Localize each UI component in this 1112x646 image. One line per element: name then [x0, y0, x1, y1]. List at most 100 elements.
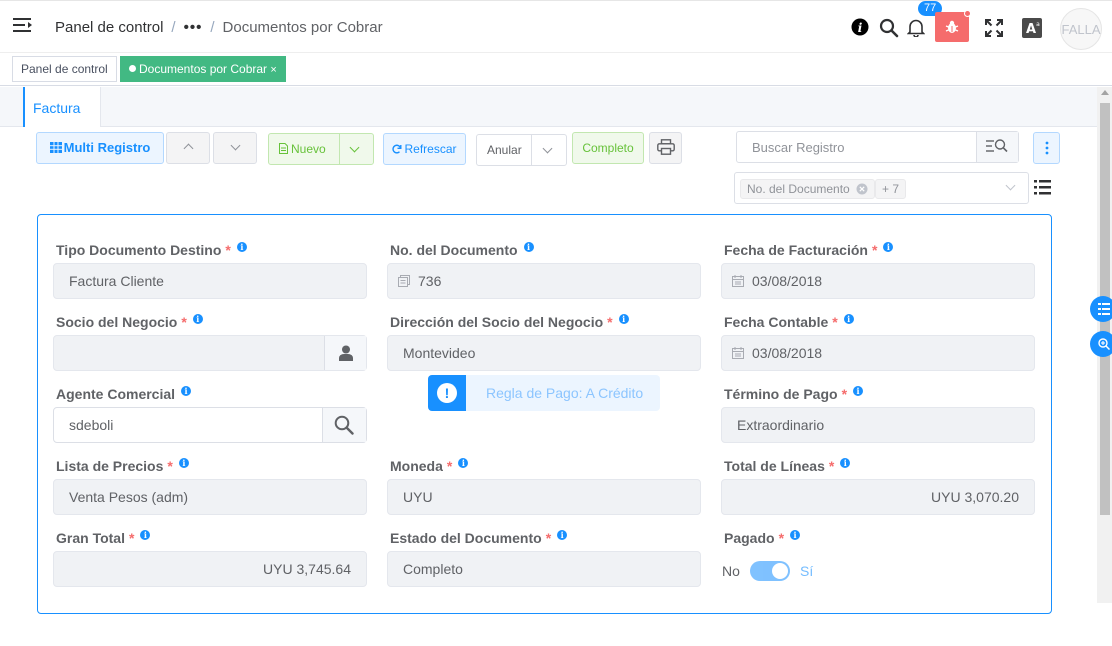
- label-fecha-facturacion: Fecha de Facturación * i: [724, 242, 894, 258]
- info-icon[interactable]: i: [883, 242, 894, 252]
- field-lista-precios[interactable]: Venta Pesos (adm): [53, 479, 367, 515]
- breadcrumb: Panel de control / ••• / Documentos por Cobr…: [55, 19, 383, 36]
- info-icon[interactable]: i: [840, 458, 851, 468]
- side-panel-button[interactable]: [1090, 296, 1112, 322]
- field-fecha-facturacion[interactable]: 03/08/2018: [721, 263, 1035, 299]
- field-no-documento[interactable]: 736: [387, 263, 701, 299]
- refrescar-button[interactable]: Refrescar: [383, 133, 466, 165]
- info-icon[interactable]: i: [192, 314, 203, 324]
- completo-button[interactable]: Completo: [572, 132, 644, 164]
- anular-label: Anular: [487, 143, 522, 157]
- search-icon: [334, 415, 354, 435]
- navbar: Panel de control / ••• / Documentos por Cobr…: [0, 0, 1112, 53]
- field-termino-pago[interactable]: Extraordinario: [721, 407, 1035, 443]
- chip-close-icon[interactable]: [856, 183, 868, 195]
- label-direccion-socio: Dirección del Socio del Negocio * i: [390, 314, 629, 330]
- column-selector[interactable]: No. del Documento + 7: [734, 172, 1029, 204]
- breadcrumb-current: Documentos por Cobrar: [222, 19, 383, 36]
- multi-registro-label: Multi Registro: [63, 140, 151, 155]
- zoom-button[interactable]: [1090, 331, 1112, 357]
- field-gran-total[interactable]: UYU 3,745.64: [53, 551, 367, 587]
- error-log-button[interactable]: [935, 10, 971, 42]
- info-icon[interactable]: i: [618, 314, 629, 324]
- selector-arrow-icon: [1005, 180, 1016, 191]
- calendar-icon: [732, 347, 744, 359]
- tags-view: Panel de control Documentos por Cobrar ×: [0, 53, 1112, 86]
- error-indicator-dot: [964, 10, 971, 17]
- search-record-input[interactable]: [737, 132, 977, 162]
- breadcrumb-ellipsis[interactable]: •••: [184, 19, 203, 36]
- field-moneda[interactable]: UYU: [387, 479, 701, 515]
- field-total-lineas[interactable]: UYU 3,070.20: [721, 479, 1035, 515]
- tab-bar: Factura: [0, 87, 1097, 127]
- anular-dropdown-icon[interactable]: [542, 143, 553, 154]
- search-record-button[interactable]: [976, 132, 1018, 162]
- info-icon[interactable]: i: [181, 386, 192, 396]
- field-estado-documento[interactable]: Completo: [387, 551, 701, 587]
- label-fecha-contable: Fecha Contable * i: [724, 314, 854, 330]
- no-documento-value: 736: [418, 273, 442, 289]
- refresh-icon: [392, 144, 402, 154]
- anular-action-select[interactable]: Anular: [476, 134, 567, 166]
- info-icon[interactable]: i: [178, 458, 189, 468]
- breadcrumb-root-link[interactable]: Panel de control: [55, 19, 163, 36]
- nuevo-dropdown-icon[interactable]: [349, 142, 360, 153]
- info-icon[interactable]: i: [140, 530, 151, 540]
- field-agente-comercial[interactable]: sdeboli: [53, 407, 367, 443]
- pagado-toggle[interactable]: [750, 561, 790, 581]
- fullscreen-icon[interactable]: [985, 19, 1003, 37]
- column-list-icon[interactable]: [1034, 180, 1051, 195]
- agent-lookup-button[interactable]: [322, 408, 366, 442]
- chevron-down-icon: [230, 140, 240, 151]
- field-direccion-socio[interactable]: Montevideo: [387, 335, 701, 371]
- info-icon[interactable]: i: [458, 458, 469, 468]
- scroll-up-arrow-icon[interactable]: [1101, 90, 1109, 95]
- column-chip: No. del Documento: [740, 179, 876, 199]
- tag-panel-de-control[interactable]: Panel de control: [12, 56, 117, 82]
- user-icon: [339, 345, 353, 361]
- field-socio-negocio[interactable]: [53, 335, 367, 371]
- print-button[interactable]: [649, 132, 682, 164]
- next-record-button[interactable]: [213, 132, 257, 164]
- list-tree-icon: [1098, 303, 1110, 315]
- user-avatar[interactable]: FALLA: [1060, 8, 1102, 50]
- label-pagado: Pagado * i: [724, 530, 801, 546]
- chevron-up-icon: [183, 143, 193, 154]
- nuevo-button[interactable]: Nuevo: [268, 133, 374, 165]
- refrescar-label: Refrescar: [404, 142, 457, 156]
- info-icon[interactable]: i: [853, 386, 864, 396]
- partner-lookup-button[interactable]: [324, 336, 366, 370]
- info-icon[interactable]: i: [557, 530, 568, 540]
- more-options-button[interactable]: [1033, 132, 1060, 164]
- label-agente-comercial: Agente Comercial i: [56, 386, 192, 402]
- font-size-icon[interactable]: A a: [1022, 18, 1042, 38]
- field-tipo-documento[interactable]: Factura Cliente: [53, 263, 367, 299]
- document-number-icon: [398, 275, 410, 287]
- previous-record-button[interactable]: [166, 132, 210, 164]
- info-icon[interactable]: i: [843, 314, 854, 324]
- label-total-lineas: Total de Líneas * i: [724, 458, 851, 474]
- multi-registro-button[interactable]: Multi Registro: [36, 132, 164, 164]
- label-termino-pago: Término de Pago * i: [724, 386, 864, 402]
- field-fecha-contable[interactable]: 03/08/2018: [721, 335, 1035, 371]
- tab-factura[interactable]: Factura: [23, 87, 102, 127]
- calendar-icon: [732, 275, 744, 287]
- svg-text:A: A: [1026, 22, 1036, 37]
- bell-icon[interactable]: [907, 18, 925, 37]
- hamburger-menu-icon[interactable]: [13, 17, 33, 35]
- info-icon[interactable]: i: [851, 18, 869, 36]
- svg-text:a: a: [1036, 21, 1040, 28]
- label-estado-documento: Estado del Documento * i: [390, 530, 568, 546]
- tag-documentos-por-cobrar[interactable]: Documentos por Cobrar ×: [120, 56, 286, 82]
- active-tag-dot: [129, 65, 136, 72]
- label-lista-precios: Lista de Precios * i: [56, 458, 189, 474]
- info-icon[interactable]: i: [790, 530, 801, 540]
- info-icon[interactable]: i: [523, 242, 534, 252]
- search-icon[interactable]: [879, 18, 899, 38]
- label-gran-total: Gran Total * i: [56, 530, 151, 546]
- info-icon[interactable]: i: [236, 242, 247, 252]
- close-icon[interactable]: ×: [270, 64, 276, 76]
- search-record-box: [736, 131, 1019, 163]
- page: Panel de control / ••• / Documentos por Cobr…: [0, 0, 1112, 646]
- more-vertical-icon: [1045, 141, 1048, 155]
